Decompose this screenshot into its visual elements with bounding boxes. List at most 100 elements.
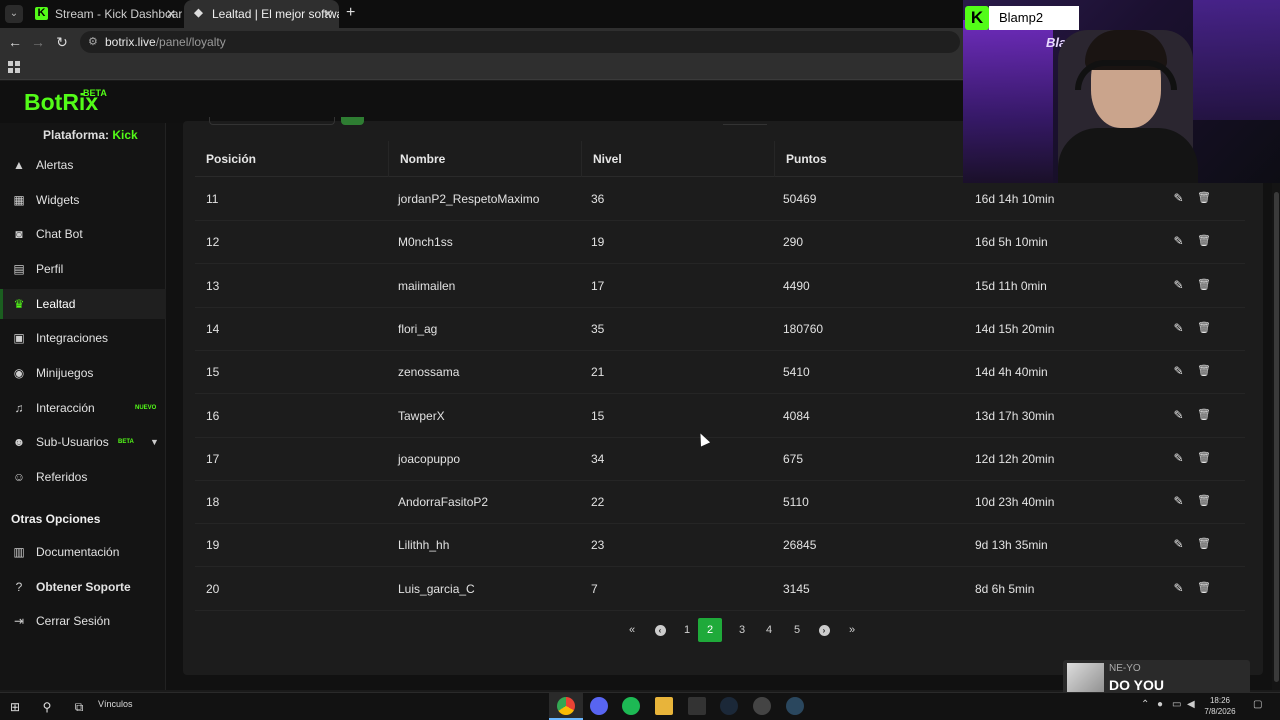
sidebar-item-widgets[interactable]: ▦ Widgets	[0, 185, 166, 215]
close-tab-icon[interactable]: ✕	[323, 0, 333, 28]
search-icon[interactable]: ⚲	[38, 698, 56, 716]
sidebar-item-label: Widgets	[36, 193, 80, 207]
sidebar-item-alertas[interactable]: ▲ Alertas	[0, 150, 166, 180]
page-button[interactable]: 1	[675, 618, 699, 642]
edit-icon[interactable]: ✎	[1172, 408, 1185, 422]
cell-time: 14d 15h 20min	[975, 321, 1055, 336]
sidebar-item-integraciones[interactable]: ▣ Integraciones	[0, 323, 166, 353]
network-icon[interactable]: ▭	[1172, 699, 1181, 710]
cell-position: 12	[206, 235, 220, 250]
table-row: 11 jordanP2_RespetoMaximo 36 50469 16d 14h 1…	[195, 178, 1245, 221]
search-input[interactable]	[209, 117, 335, 125]
first-page-button[interactable]: «	[620, 618, 644, 642]
sidebar-item-label: Interacción	[36, 401, 95, 415]
cell-time: 8d 6h 5min	[975, 581, 1035, 596]
cell-time: 15d 11h 0min	[975, 278, 1047, 293]
page-button[interactable]: 3	[730, 618, 754, 642]
docs-icon: ▥	[13, 545, 25, 559]
tab-kick-dashboard[interactable]: K Stream - Kick Dashboard ✕	[27, 0, 182, 28]
taskbar-links-label[interactable]: Vínculos	[98, 699, 133, 709]
delete-icon[interactable]: 🗑	[1197, 192, 1211, 205]
spotify-icon[interactable]	[622, 697, 640, 715]
delete-icon[interactable]: 🗑	[1197, 495, 1211, 508]
edit-icon[interactable]: ✎	[1172, 581, 1185, 595]
next-page-button[interactable]: ›	[812, 618, 836, 642]
prev-page-button[interactable]: ‹	[648, 618, 672, 642]
volume-icon[interactable]: ◀	[1187, 699, 1195, 710]
epic-games-icon[interactable]	[688, 697, 706, 715]
delete-icon[interactable]: 🗑	[1197, 279, 1211, 292]
loyalty-table-card: Posición Nombre Nivel Puntos 11 jordanP2_…	[183, 117, 1263, 675]
delete-icon[interactable]: 🗑	[1197, 452, 1211, 465]
edit-icon[interactable]: ✎	[1172, 538, 1185, 551]
cell-position: 14	[206, 321, 220, 336]
sidebar-item-perfil[interactable]: ▤ Perfil	[0, 254, 166, 284]
delete-icon[interactable]: 🗑	[1197, 538, 1211, 551]
page-size-select[interactable]	[723, 117, 767, 125]
discord-icon[interactable]	[590, 697, 608, 715]
sidebar-item-chat-bot[interactable]: ◙ Chat Bot	[0, 219, 166, 249]
delete-icon[interactable]: 🗑	[1197, 235, 1211, 248]
edit-icon[interactable]: ✎	[1172, 192, 1185, 205]
chevron-down-icon[interactable]: ▼	[150, 427, 159, 457]
edit-icon[interactable]: ✎	[1172, 495, 1185, 508]
page-button-current[interactable]: 2	[698, 618, 722, 642]
last-page-button[interactable]: »	[840, 618, 864, 642]
new-tab-icon[interactable]: +	[346, 4, 355, 22]
site-info-icon[interactable]: ⚙	[88, 31, 98, 53]
cell-points: 5110	[783, 495, 809, 510]
steam-icon[interactable]	[720, 697, 738, 715]
task-view-icon[interactable]: ⧉	[70, 698, 88, 716]
page-button[interactable]: 4	[757, 618, 781, 642]
url-field[interactable]: ⚙ botrix.live/panel/loyalty	[80, 31, 960, 53]
cell-name: flori_ag	[398, 321, 438, 336]
table-row: 19 Lilithh_hh 23 26845 9d 13h 35min ✎ 🗑	[195, 524, 1245, 568]
sidebar-item-referidos[interactable]: ☺ Referidos	[0, 462, 166, 492]
back-icon[interactable]: ←	[6, 33, 24, 51]
beta-badge: BETA	[83, 88, 107, 98]
edit-icon[interactable]: ✎	[1172, 278, 1185, 292]
file-explorer-icon[interactable]	[655, 697, 673, 715]
sidebar-item-documentacion[interactable]: ▥ Documentación	[0, 537, 166, 567]
sidebar-item-minijuegos[interactable]: ◉ Minijuegos	[0, 358, 166, 388]
gamepad-icon: ◉	[13, 366, 25, 380]
search-button[interactable]	[341, 117, 364, 125]
sidebar-item-cerrar-sesion[interactable]: ⇥ Cerrar Sesión	[0, 606, 166, 636]
page-button[interactable]: 5	[785, 618, 809, 642]
steam-alt-icon[interactable]	[786, 697, 804, 715]
edit-icon[interactable]: ✎	[1172, 235, 1185, 248]
tray-chevron-icon[interactable]: ⌃	[1141, 699, 1149, 710]
apps-grid-icon[interactable]	[8, 61, 20, 73]
sidebar-item-interaccion[interactable]: ♫ Interacción NUEVO	[0, 393, 166, 423]
edit-icon[interactable]: ✎	[1172, 321, 1185, 335]
sidebar-item-sub-usuarios[interactable]: ☻ Sub-Usuarios BETA ▼	[0, 427, 166, 457]
delete-icon[interactable]: 🗑	[1197, 365, 1211, 378]
edit-icon[interactable]: ✎	[1172, 365, 1185, 378]
close-tab-icon[interactable]: ✕	[166, 0, 176, 28]
platform-value: Kick	[112, 128, 138, 142]
tab-lealtad[interactable]: ◆ Lealtad | El mejor software para ✕	[184, 0, 339, 28]
obs-icon[interactable]	[753, 697, 771, 715]
referrals-icon: ☺	[12, 470, 26, 484]
delete-icon[interactable]: 🗑	[1197, 322, 1211, 335]
microphone-icon[interactable]: ●	[1157, 699, 1163, 710]
logout-icon: ⇥	[13, 614, 25, 628]
reload-icon[interactable]: ↻	[53, 33, 71, 51]
windows-start-icon[interactable]: ⊞	[6, 698, 24, 716]
tab-search-icon[interactable]: ⌄	[5, 5, 23, 23]
sidebar-item-obtener-soporte[interactable]: ? Obtener Soporte	[0, 572, 166, 602]
column-header-nivel[interactable]: Nivel	[581, 141, 774, 177]
forward-icon[interactable]: →	[29, 33, 47, 51]
delete-icon[interactable]: 🗑	[1197, 582, 1211, 595]
taskbar-clock[interactable]: 18:26 7/8/2026	[1200, 695, 1240, 717]
notifications-icon[interactable]: ▢	[1253, 699, 1262, 710]
sidebar-item-lealtad[interactable]: ♛ Lealtad	[0, 289, 166, 319]
column-header-posicion[interactable]: Posición	[195, 141, 388, 177]
sidebar-item-label: Lealtad	[36, 297, 76, 311]
edit-icon[interactable]: ✎	[1172, 451, 1185, 465]
scrollbar-thumb[interactable]	[1274, 192, 1279, 682]
column-header-puntos[interactable]: Puntos	[774, 141, 967, 177]
column-header-nombre[interactable]: Nombre	[388, 141, 581, 177]
chrome-icon[interactable]	[557, 697, 575, 715]
delete-icon[interactable]: 🗑	[1197, 409, 1211, 422]
